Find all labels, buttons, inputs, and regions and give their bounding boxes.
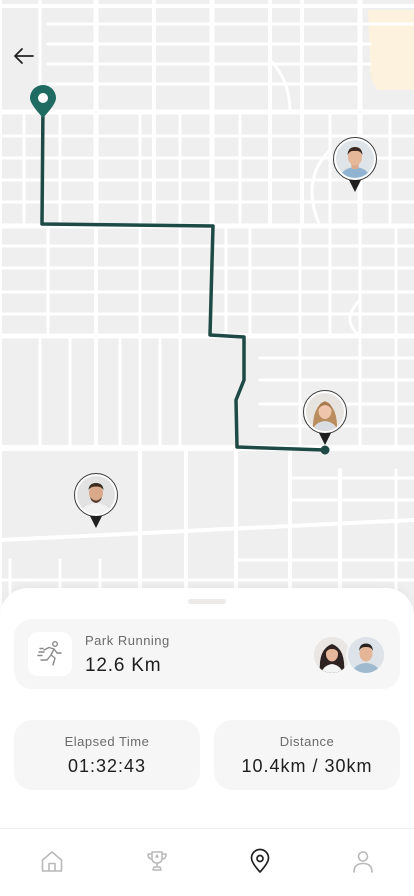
stat-label: Distance [279, 734, 335, 749]
location-pin-icon [250, 848, 270, 873]
user-icon [353, 851, 373, 873]
route-map[interactable] [0, 0, 414, 620]
map-canvas [0, 0, 414, 620]
back-button[interactable] [8, 40, 40, 72]
man-avatar [348, 637, 384, 673]
participant-avatars[interactable] [312, 635, 386, 675]
man-avatar [77, 476, 115, 514]
stat-label: Elapsed Time [64, 734, 150, 749]
woman-avatar [314, 637, 350, 673]
distance-card: Distance 10.4km / 30km [214, 720, 400, 790]
participant-pin[interactable] [303, 390, 347, 450]
nav-location[interactable] [246, 847, 274, 875]
avatar [346, 635, 386, 675]
activity-name: Park Running [85, 633, 170, 648]
elapsed-time-card: Elapsed Time 01:32:43 [14, 720, 200, 790]
arrow-left-icon [14, 48, 34, 64]
activity-distance: 12.6 Km [85, 655, 162, 676]
sheet-drag-handle[interactable] [188, 599, 226, 604]
bottom-nav [0, 828, 414, 896]
activity-card[interactable]: Park Running 12.6 Km [14, 619, 400, 689]
running-man-icon [37, 641, 62, 666]
woman-avatar [306, 393, 344, 431]
nav-trophy[interactable] [143, 847, 171, 875]
app-screen: Park Running 12.6 Km Elapsed Time 01:32:… [0, 0, 414, 896]
activity-sheet: Park Running 12.6 Km Elapsed Time 01:32:… [0, 588, 414, 828]
trophy-icon [147, 851, 167, 871]
nav-home[interactable] [38, 847, 66, 875]
nav-profile[interactable] [349, 847, 377, 875]
participant-pin[interactable] [333, 137, 377, 197]
stat-value: 01:32:43 [67, 756, 147, 776]
stat-value: 10.4km / 30km [241, 756, 373, 776]
participant-pin[interactable] [74, 473, 118, 533]
activity-icon-box [28, 632, 72, 676]
man-avatar [336, 140, 374, 178]
home-icon [41, 851, 63, 872]
